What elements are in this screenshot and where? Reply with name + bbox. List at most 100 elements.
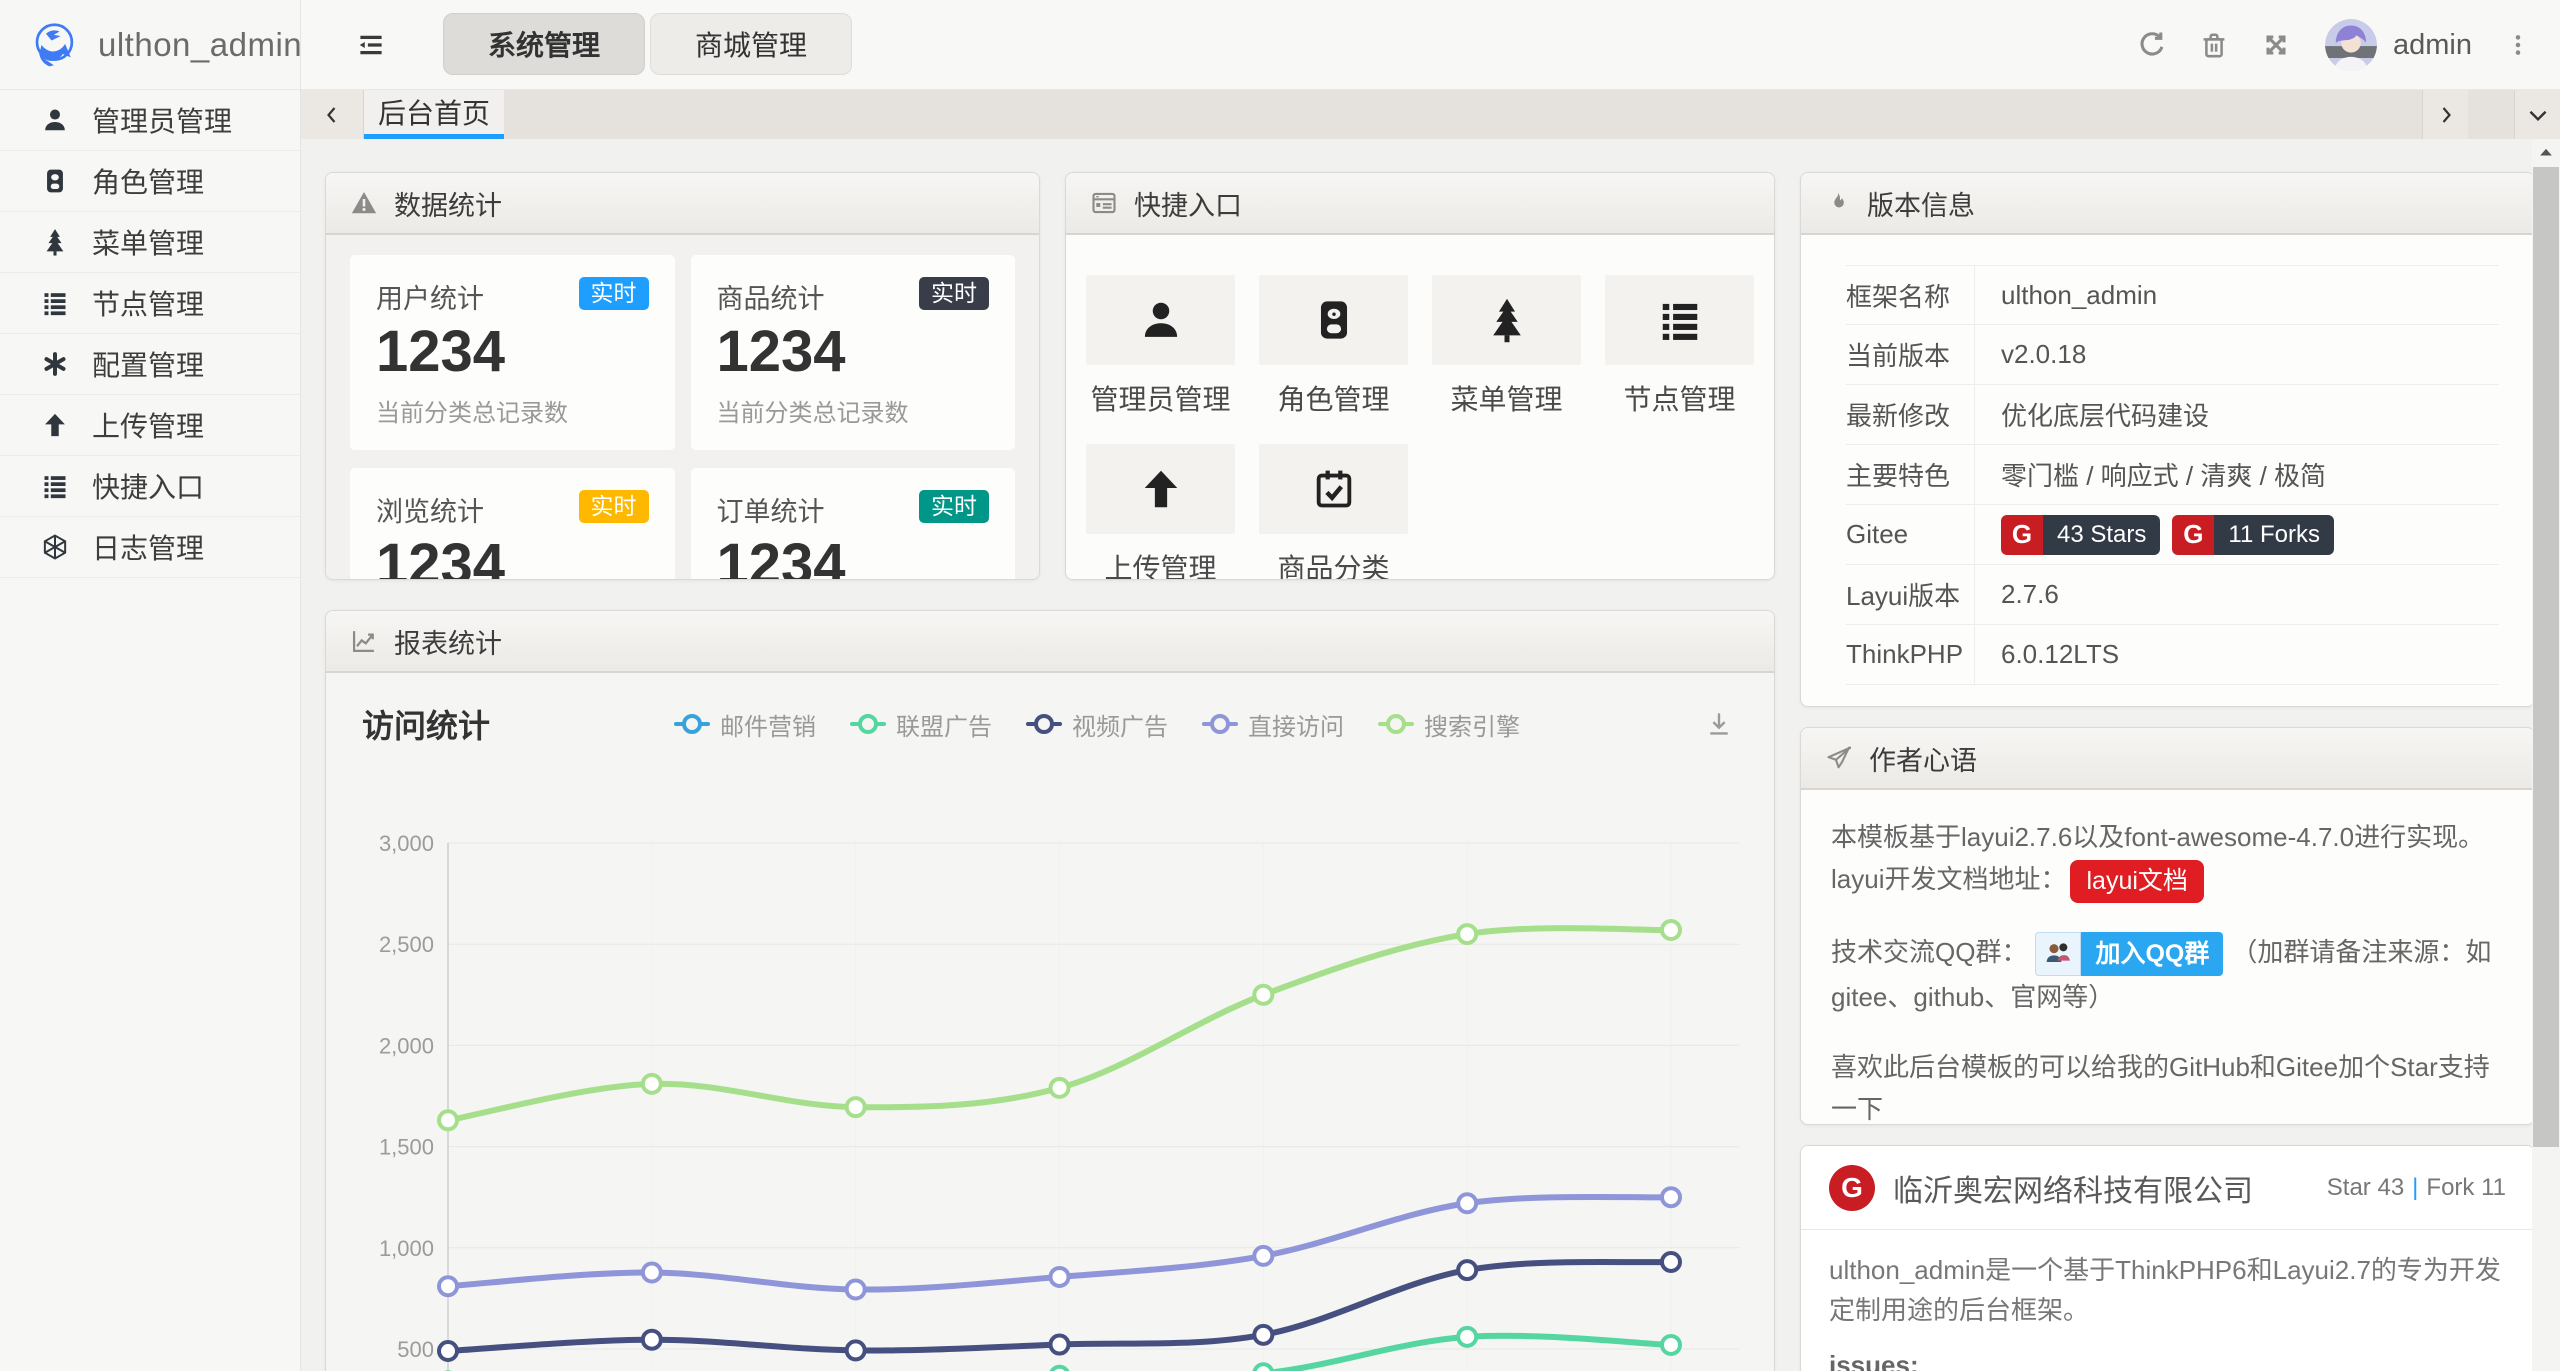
visits-chart[interactable]: 5001,0001,5002,0002,5003,000 <box>341 809 1761 1371</box>
svg-text:500: 500 <box>397 1337 434 1362</box>
shortcut-upload[interactable]: 上传管理 <box>1086 444 1235 580</box>
stat-goods: 商品统计 实时 1234 当前分类总记录数 <box>691 255 1016 450</box>
shortcuts-grid: 管理员管理 角色管理 菜单管理 <box>1066 235 1774 580</box>
shortcut-roles[interactable]: 角色管理 <box>1259 275 1408 418</box>
tabs-dropdown-icon[interactable] <box>2514 90 2560 139</box>
legend-marker-icon <box>1378 713 1414 735</box>
chart-header: 访问统计 邮件营销 联盟广告 视频广告 <box>326 673 1774 747</box>
qq-people-icon <box>2035 932 2081 976</box>
table-row: 最新修改 优化底层代码建设 <box>1846 385 2499 445</box>
refresh-icon[interactable] <box>2121 14 2183 76</box>
author-card-header: 作者心语 <box>1801 728 2532 790</box>
trash-icon[interactable] <box>2183 14 2245 76</box>
gitee-stars-badge[interactable]: G 43 Stars <box>2001 515 2160 555</box>
svg-text:3,000: 3,000 <box>379 831 434 856</box>
legend-item[interactable]: 搜索引擎 <box>1378 707 1520 742</box>
sidebar-item-logs[interactable]: 日志管理 <box>0 517 300 578</box>
logo[interactable]: ulthon_admin <box>0 0 300 90</box>
id-badge-icon <box>40 166 70 196</box>
collapse-menu-icon[interactable] <box>348 22 394 68</box>
shortcut-goods-category[interactable]: 商品分类 <box>1259 444 1408 580</box>
legend-marker-icon <box>850 713 886 735</box>
shortcut-admins[interactable]: 管理员管理 <box>1086 275 1235 418</box>
asterisk-icon <box>40 349 70 379</box>
stat-value: 1234 <box>717 322 990 383</box>
layui-docs-link[interactable]: layui文档 <box>2070 860 2203 903</box>
sidebar-item-admins[interactable]: 管理员管理 <box>0 90 300 151</box>
tabs-scroll-right-icon[interactable] <box>2422 90 2468 139</box>
svg-text:2,500: 2,500 <box>379 932 434 957</box>
arrow-up-icon <box>1086 444 1235 534</box>
scroll-up-icon[interactable] <box>2532 139 2560 167</box>
legend-item[interactable]: 邮件营销 <box>674 707 816 742</box>
shortcut-menus[interactable]: 菜单管理 <box>1432 275 1581 418</box>
company-title-link[interactable]: 临沂奥宏网络科技有限公司 <box>1893 1166 2327 1210</box>
list-icon <box>1605 275 1754 365</box>
main-content: 数据统计 用户统计 实时 1234 当前分类总记录数 商品统计 实时 1234 … <box>300 139 2532 1371</box>
gitee-icon: G <box>2001 515 2043 555</box>
sidebar-item-shortcuts[interactable]: 快捷入口 <box>0 456 300 517</box>
sidebar-item-upload[interactable]: 上传管理 <box>0 395 300 456</box>
top-tab-system[interactable]: 系统管理 <box>443 13 645 75</box>
stat-views: 浏览统计 实时 1234 当前分类总记录数 <box>350 468 675 580</box>
legend-marker-icon <box>674 713 710 735</box>
chart-legend: 邮件营销 联盟广告 视频广告 直接访问 <box>490 707 1704 742</box>
status-badge: 实时 <box>919 490 989 523</box>
legend-marker-icon <box>1026 713 1062 735</box>
topbar-actions: admin <box>2121 0 2560 90</box>
table-row: ThinkPHP 6.0.12LTS <box>1846 625 2499 685</box>
sidebar-item-menus[interactable]: 菜单管理 <box>0 212 300 273</box>
table-row: Layui版本 2.7.6 <box>1846 565 2499 625</box>
username[interactable]: admin <box>2393 29 2472 62</box>
author-card: 作者心语 本模板基于layui2.7.6以及font-awesome-4.7.0… <box>1800 727 2532 1125</box>
status-badge: 实时 <box>919 277 989 310</box>
send-icon <box>1825 744 1853 772</box>
legend-marker-icon <box>1202 713 1238 735</box>
user-icon <box>40 105 70 135</box>
fullscreen-icon[interactable] <box>2245 14 2307 76</box>
sidebar-item-nodes[interactable]: 节点管理 <box>0 273 300 334</box>
tree-icon <box>40 227 70 257</box>
svg-text:1,000: 1,000 <box>379 1236 434 1261</box>
join-qq-button[interactable]: 加入QQ群 <box>2035 932 2223 976</box>
shortcuts-card-header: 快捷入口 <box>1066 173 1774 235</box>
report-body: 访问统计 邮件营销 联盟广告 视频广告 <box>326 673 1774 1371</box>
legend-item[interactable]: 视频广告 <box>1026 707 1168 742</box>
stat-value: 1234 <box>376 322 649 383</box>
download-icon[interactable] <box>1704 709 1734 739</box>
sidebar-item-config[interactable]: 配置管理 <box>0 334 300 395</box>
tabs-scroll-left-icon[interactable] <box>300 90 364 139</box>
version-table: 框架名称 ulthon_admin 当前版本 v2.0.18 最新修改 优化底层… <box>1801 235 2532 685</box>
status-badge: 实时 <box>579 490 649 523</box>
author-paragraph: 本模板基于layui2.7.6以及font-awesome-4.7.0进行实现。… <box>1831 816 2504 903</box>
sidebar-item-roles[interactable]: 角色管理 <box>0 151 300 212</box>
legend-item[interactable]: 联盟广告 <box>850 707 992 742</box>
author-body: 本模板基于layui2.7.6以及font-awesome-4.7.0进行实现。… <box>1801 790 2532 1125</box>
avatar[interactable] <box>2325 19 2377 71</box>
table-row: 当前版本 v2.0.18 <box>1846 325 2499 385</box>
gitee-forks-badge[interactable]: G 11 Forks <box>2172 515 2334 555</box>
scrollbar[interactable] <box>2532 139 2560 1371</box>
hexagon-icon <box>40 532 70 562</box>
list-icon <box>40 288 70 318</box>
stat-value: 1234 <box>717 535 990 580</box>
top-tab-mall[interactable]: 商城管理 <box>650 13 852 75</box>
table-row-gitee: Gitee G 43 Stars G 11 Forks <box>1846 505 2499 565</box>
stat-orders: 订单统计 实时 1234 当前分类总记录数 <box>691 468 1016 580</box>
legend-item[interactable]: 直接访问 <box>1202 707 1344 742</box>
stats-grid: 用户统计 实时 1234 当前分类总记录数 商品统计 实时 1234 当前分类总… <box>326 235 1039 580</box>
tab-home[interactable]: 后台首页 <box>364 90 504 139</box>
status-badge: 实时 <box>579 277 649 310</box>
app-window: ulthon_admin 管理员管理 角色管理 菜单管理 <box>0 0 2560 1371</box>
tree-icon <box>1432 275 1581 365</box>
svg-text:2,000: 2,000 <box>379 1033 434 1058</box>
table-row: 主要特色 零门槛 / 响应式 / 清爽 / 极简 <box>1846 445 2499 505</box>
scrollbar-thumb[interactable] <box>2533 167 2559 1147</box>
shortcut-nodes[interactable]: 节点管理 <box>1605 275 1754 418</box>
more-menu-icon[interactable] <box>2498 14 2538 76</box>
table-row: 框架名称 ulthon_admin <box>1846 265 2499 325</box>
company-body: ulthon_admin是一个基于ThinkPHP6和Layui2.7的专为开发… <box>1801 1230 2532 1371</box>
repo-stats: Star 43|Fork 11 <box>2327 1174 2506 1202</box>
topbar: 系统管理 商城管理 <box>300 0 2560 90</box>
gitee-icon: G <box>1829 1165 1875 1211</box>
